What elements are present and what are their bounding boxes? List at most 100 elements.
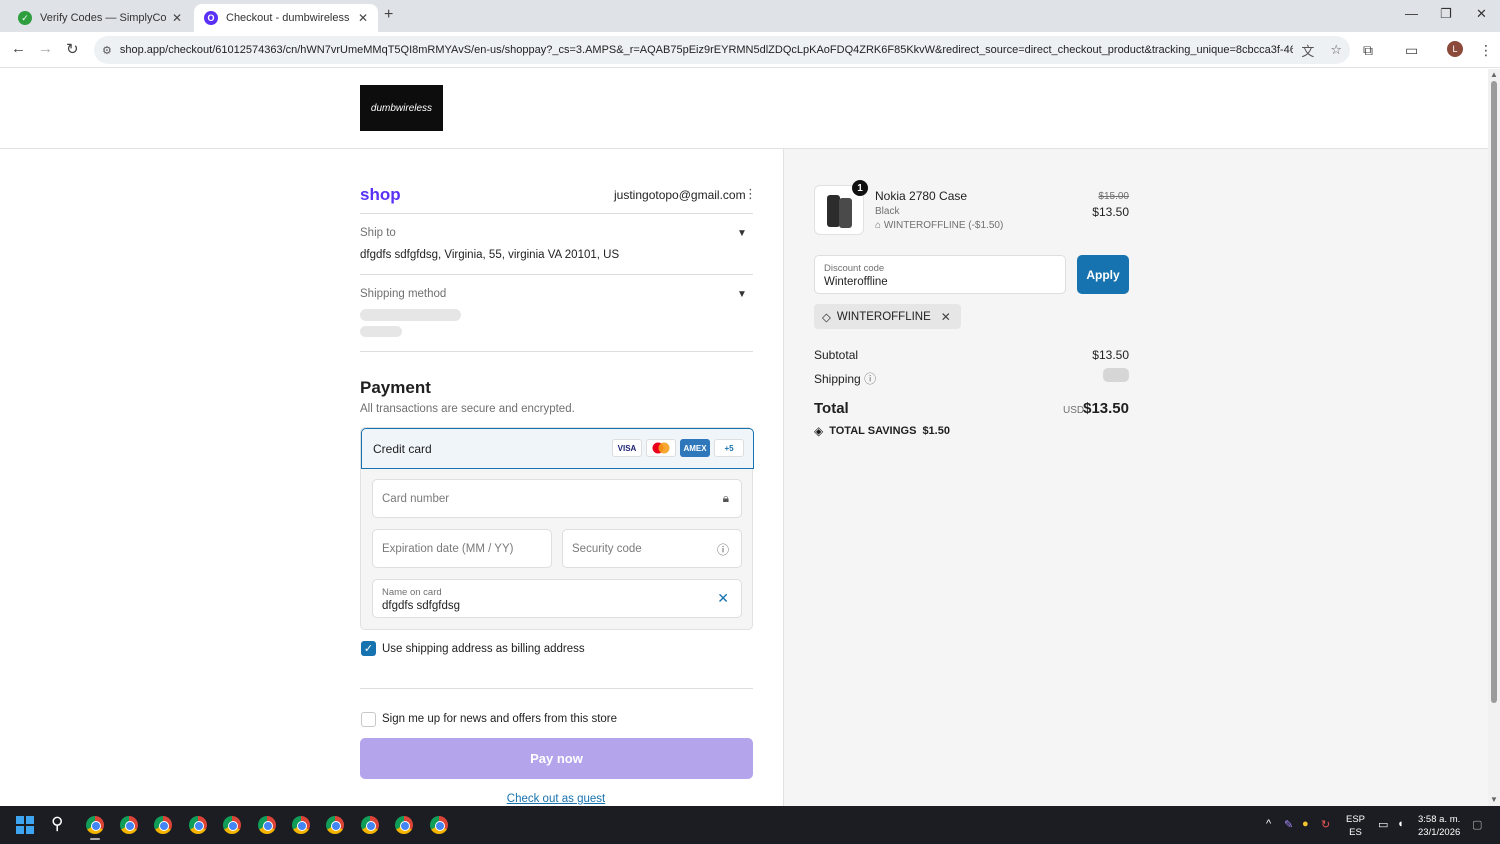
store-header: dumbwireless	[0, 69, 1488, 149]
shipping-label: Shipping ⓘ	[814, 370, 876, 387]
security-code-field[interactable]: Security code ⓘ	[562, 529, 742, 568]
help-circle-icon[interactable]: ⓘ	[717, 541, 729, 558]
payment-subtitle: All transactions are secure and encrypte…	[360, 403, 575, 415]
chrome-taskbar-icon[interactable]	[326, 816, 344, 834]
chevron-down-icon[interactable]: ▼	[737, 228, 747, 239]
total-value: $13.50	[1083, 400, 1129, 417]
sync-icon[interactable]: ↻	[1321, 818, 1330, 831]
total-savings: ◈ TOTAL SAVINGS $1.50	[814, 424, 950, 438]
card-number-field[interactable]: Card number 🔒︎	[372, 479, 742, 518]
help-circle-icon[interactable]: ⓘ	[864, 372, 876, 386]
input-language[interactable]: ESP ES	[1346, 813, 1365, 839]
tag-icon: ◈	[814, 424, 824, 438]
chevron-down-icon[interactable]: ▼	[737, 289, 747, 300]
guest-checkout-link[interactable]: Check out as guest	[0, 793, 1112, 805]
address-bar[interactable]: ⚙ shop.app/checkout/61012574363/cn/hWN7v…	[94, 36, 1350, 64]
sidepanel-icon[interactable]: ▭	[1405, 42, 1418, 59]
extensions-icon[interactable]: ⧉	[1363, 42, 1373, 59]
minimize-icon[interactable]: —	[1405, 6, 1418, 21]
scroll-down-icon[interactable]: ▼	[1490, 795, 1498, 804]
system-clock[interactable]: 3:58 a. m. 23/1/2026	[1418, 813, 1460, 839]
savings-value: $1.50	[922, 425, 950, 437]
chrome-taskbar-icon[interactable]	[395, 816, 413, 834]
reload-icon[interactable]: ↻	[66, 40, 79, 58]
phone-case-image	[839, 198, 852, 228]
network-icon[interactable]: ▭	[1378, 818, 1388, 831]
clear-field-icon[interactable]: ✕	[717, 590, 729, 607]
mastercard-logo	[652, 442, 670, 454]
windows-taskbar: ⚲ ^ ✎ ● ↻ ESP ES ▭ ◖ 3:58 a. m. 23/1/202…	[0, 806, 1500, 844]
ship-to-label: Ship to	[360, 227, 396, 239]
expiration-date-field[interactable]: Expiration date (MM / YY)	[372, 529, 552, 568]
scrollbar-thumb[interactable]	[1491, 81, 1497, 703]
discount-code-value: Winteroffline	[824, 276, 888, 288]
applied-discount-chip: ◇ WINTEROFFLINE ✕	[814, 304, 961, 329]
close-tab-icon[interactable]: ✕	[172, 11, 182, 25]
security-code-placeholder: Security code	[572, 543, 642, 555]
name-on-card-label: Name on card	[382, 587, 442, 598]
billing-checkbox-label[interactable]: Use shipping address as billing address	[382, 643, 585, 655]
back-icon[interactable]: ←	[11, 40, 26, 57]
product-discount-text: WINTEROFFLINE (-$1.50)	[883, 220, 1004, 231]
scroll-up-icon[interactable]: ▲	[1490, 70, 1498, 79]
credit-card-panel: Credit card VISA AMEX +5 Card number 🔒︎ …	[360, 427, 754, 630]
divider	[360, 688, 753, 689]
chrome-taskbar-icon[interactable]	[430, 816, 448, 834]
total-label: Total	[814, 400, 849, 417]
credit-card-option[interactable]: Credit card VISA AMEX +5	[361, 428, 754, 469]
name-on-card-field[interactable]: Name on card dfgdfs sdfgfdsg ✕	[372, 579, 742, 618]
window-close-icon[interactable]: ✕	[1476, 6, 1487, 22]
newsletter-checkbox-label[interactable]: Sign me up for news and offers from this…	[382, 713, 617, 725]
url-text: shop.app/checkout/61012574363/cn/hWN7vrU…	[119, 44, 1294, 56]
clock-time: 3:58 a. m.	[1418, 814, 1461, 825]
tab-simplycodes[interactable]: ✓ Verify Codes — SimplyCodes ✕	[8, 4, 192, 32]
tab-checkout[interactable]: O Checkout - dumbwireless ✕	[194, 4, 378, 32]
pen-icon[interactable]: ✎	[1284, 818, 1293, 831]
page-scrollbar[interactable]: ▲ ▼	[1488, 69, 1500, 806]
restore-icon[interactable]: ❐	[1440, 6, 1452, 22]
bookmark-star-icon[interactable]: ☆	[1330, 42, 1342, 58]
shop-favicon-icon: O	[204, 11, 218, 25]
divider	[360, 351, 753, 352]
new-tab-icon[interactable]: +	[384, 6, 393, 24]
forward-icon[interactable]: →	[38, 40, 53, 57]
pay-now-button[interactable]: Pay now	[360, 738, 753, 779]
shop-logo: shop	[360, 185, 401, 204]
app-tray-icon[interactable]: ●	[1302, 818, 1309, 830]
ship-to-address: dfgdfs sdfgfdsg, Virginia, 55, virginia …	[360, 249, 620, 261]
chrome-taskbar-icon[interactable]	[292, 816, 310, 834]
savings-label: TOTAL SAVINGS	[829, 425, 917, 437]
menu-kebab-icon[interactable]: ⋮	[1479, 42, 1493, 59]
apply-discount-button[interactable]: Apply	[1077, 255, 1129, 294]
chrome-taskbar-icon[interactable]	[154, 816, 172, 834]
translate-icon[interactable]: 文	[1301, 41, 1314, 60]
account-menu-icon[interactable]: ⋮	[744, 186, 757, 202]
tray-expand-icon[interactable]: ^	[1266, 818, 1271, 830]
card-number-placeholder: Card number	[382, 493, 450, 505]
original-price: $15.00	[1098, 191, 1129, 202]
chrome-taskbar-icon[interactable]	[86, 816, 104, 840]
volume-icon[interactable]: ◖	[1397, 818, 1404, 830]
tag-icon: ◇	[822, 311, 831, 324]
close-tab-icon[interactable]: ✕	[358, 11, 368, 25]
tab-title: Checkout - dumbwireless	[226, 12, 350, 24]
notifications-icon[interactable]: ▢	[1472, 818, 1482, 831]
order-summary-column	[783, 149, 1488, 806]
chrome-taskbar-icon[interactable]	[120, 816, 138, 834]
chrome-taskbar-icon[interactable]	[189, 816, 207, 834]
windows-start-icon[interactable]	[16, 816, 34, 834]
newsletter-checkbox[interactable]	[361, 712, 376, 727]
store-logo[interactable]: dumbwireless	[360, 85, 443, 131]
chrome-taskbar-icon[interactable]	[361, 816, 379, 834]
site-info-icon[interactable]: ⚙	[102, 44, 112, 57]
remove-discount-icon[interactable]: ✕	[941, 310, 951, 324]
search-icon[interactable]: ⚲	[51, 814, 63, 834]
chrome-taskbar-icon[interactable]	[223, 816, 241, 834]
profile-avatar[interactable]: L	[1447, 41, 1463, 57]
discount-code-field[interactable]: Discount code Winteroffline	[814, 255, 1066, 294]
chrome-taskbar-icon[interactable]	[258, 816, 276, 834]
billing-checkbox[interactable]: ✓	[361, 641, 376, 656]
subtotal-label: Subtotal	[814, 348, 859, 362]
tag-icon: ⌂	[875, 220, 884, 231]
loading-skeleton	[360, 309, 461, 321]
